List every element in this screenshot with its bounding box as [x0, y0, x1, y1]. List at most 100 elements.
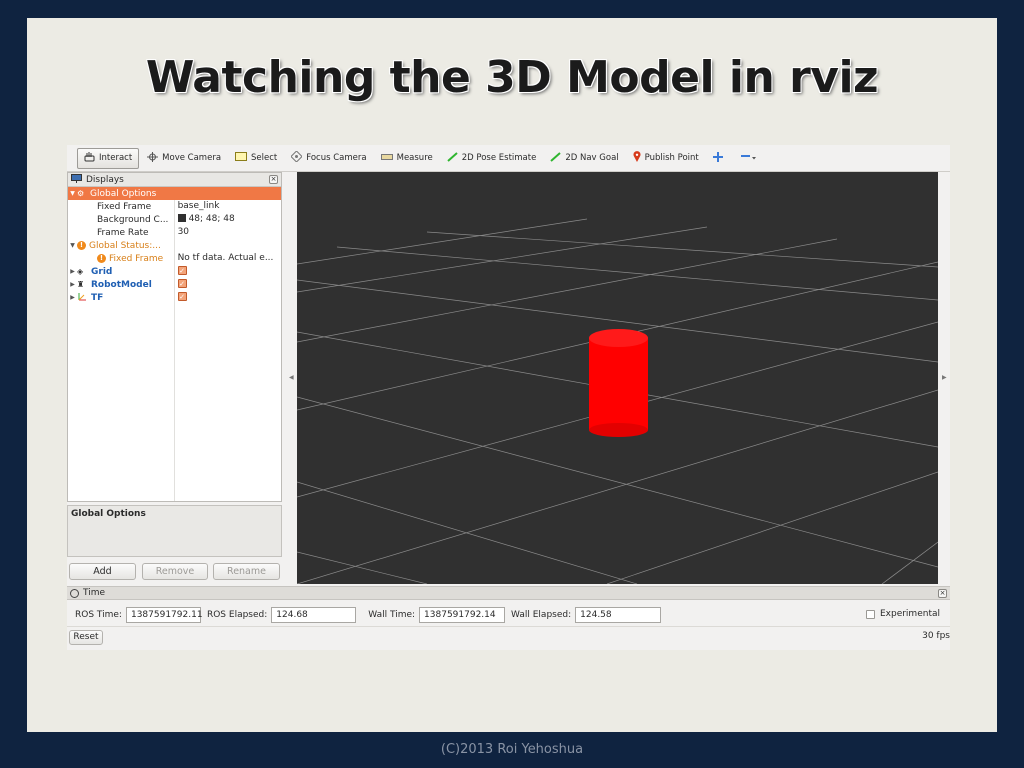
tree-row-value: No tf data. Actual e... — [173, 252, 281, 265]
remove-button[interactable]: Remove — [142, 563, 208, 580]
tree-row-name: Grid — [91, 266, 113, 277]
map-pin-icon — [633, 151, 641, 165]
tool-focus-camera-label: Focus Camera — [306, 153, 367, 163]
toolbar: Interact Move Camera Select Focus Camera — [67, 145, 950, 172]
tool-measure[interactable]: Measure — [375, 148, 439, 169]
tool-select-label: Select — [251, 153, 278, 163]
tool-interact[interactable]: Interact — [77, 147, 140, 169]
tree-row-grid[interactable]: ▶ ◈ Grid ✓ — [68, 265, 281, 278]
tree-row-name: Global Status:... — [89, 240, 161, 251]
minus-icon — [740, 152, 757, 165]
tree-row-robotmodel[interactable]: ▶ ♜ RobotModel ✓ — [68, 278, 281, 291]
tree-row-tf[interactable]: ▶ TF ✓ — [68, 291, 281, 304]
rename-button[interactable]: Rename — [213, 563, 280, 580]
experimental-checkbox[interactable] — [865, 609, 875, 619]
ros-time-label: ROS Time: — [75, 609, 122, 620]
close-icon[interactable]: × — [269, 175, 278, 184]
experimental-label: Experimental — [879, 609, 940, 619]
expand-arrow-icon[interactable]: ▶ — [68, 294, 77, 301]
tree-row-status-fixed-frame[interactable]: ! Fixed Frame No tf data. Actual e... — [68, 252, 281, 265]
tree-row-value-container[interactable]: 48; 48; 48 — [173, 213, 281, 226]
tree-row-name: Frame Rate — [97, 227, 149, 238]
displays-title: Displays — [86, 174, 124, 185]
tree-row-global-options[interactable]: ▼ ⚙ Global Options — [68, 187, 281, 200]
color-swatch — [177, 214, 186, 222]
ros-elapsed-field[interactable]: 124.68 — [271, 606, 357, 623]
tree-row-name: RobotModel — [91, 279, 152, 290]
time-panel-header: Time × — [67, 586, 950, 600]
axes-icon — [77, 292, 87, 304]
displays-panel: Displays × ▼ ⚙ Global Options Fixed Fram… — [67, 172, 282, 502]
wall-elapsed-field[interactable]: 124.58 — [575, 606, 662, 623]
ruler-icon — [380, 153, 393, 163]
ros-elapsed-label: ROS Elapsed: — [206, 609, 268, 620]
tool-2d-nav-goal-label: 2D Nav Goal — [565, 153, 619, 163]
expand-arrow-icon[interactable]: ▼ — [68, 190, 77, 197]
tool-publish-point[interactable]: Publish Point — [627, 148, 705, 169]
tree-row-name: Fixed Frame — [97, 201, 152, 212]
slide-footer: (C)2013 Roi Yehoshua — [440, 742, 584, 757]
3d-scene[interactable] — [297, 172, 938, 584]
robot-icon: ♜ — [77, 280, 85, 289]
move-camera-icon — [147, 151, 159, 165]
ros-time-field[interactable]: 1387591792.11 — [125, 606, 203, 623]
tool-move-camera[interactable]: Move Camera — [141, 148, 227, 169]
tool-2d-nav-goal[interactable]: 2D Nav Goal — [544, 148, 624, 169]
close-icon[interactable]: × — [938, 589, 947, 598]
tree-row-global-status[interactable]: ▼ ! Global Status:... — [68, 239, 281, 252]
add-tool-button[interactable] — [707, 148, 733, 169]
expand-arrow-icon[interactable]: ▼ — [68, 242, 77, 249]
tool-2d-pose-estimate[interactable]: 2D Pose Estimate — [441, 148, 543, 169]
warning-icon: ! — [97, 254, 106, 263]
expand-arrow-icon[interactable]: ▶ — [68, 281, 77, 288]
rviz-window: Interact Move Camera Select Focus Camera — [67, 145, 950, 650]
robotmodel-enabled-checkbox[interactable]: ✓ — [177, 279, 187, 288]
3d-render-view[interactable] — [297, 172, 938, 584]
red-cylinder — [589, 329, 648, 437]
tree-row-name: Fixed Frame — [109, 253, 164, 264]
add-button[interactable]: Add — [69, 563, 136, 580]
slide-title: Watching the 3D Model in rviz — [145, 52, 879, 103]
wall-elapsed-label: Wall Elapsed: — [511, 609, 572, 620]
tree-row-fixed-frame[interactable]: Fixed Frame base_link — [68, 200, 281, 213]
tool-measure-label: Measure — [396, 153, 433, 163]
time-panel-title: Time — [83, 588, 106, 598]
wall-time-field[interactable]: 1387591792.14 — [419, 606, 506, 623]
focus-camera-icon — [290, 150, 303, 165]
tree-row-frame-rate[interactable]: Frame Rate 30 — [68, 226, 281, 239]
select-icon — [235, 152, 248, 164]
plus-icon — [712, 151, 723, 165]
slide: Watching the 3D Model in rviz Interact M… — [27, 18, 997, 732]
tool-focus-camera[interactable]: Focus Camera — [285, 148, 372, 169]
hand-icon — [84, 151, 95, 165]
tool-select[interactable]: Select — [229, 148, 283, 169]
gear-icon: ⚙ — [77, 189, 85, 198]
displays-header: Displays × — [68, 173, 281, 187]
tree-row-value[interactable]: base_link — [173, 200, 281, 213]
reset-button[interactable]: Reset — [69, 630, 103, 645]
green-arrow-icon — [550, 151, 561, 165]
time-row: ROS Time: 1387591792.11 ROS Elapsed: 124… — [67, 603, 950, 627]
expand-arrow-icon[interactable]: ▶ — [68, 268, 77, 275]
property-description: Global Options — [67, 505, 282, 557]
experimental-toggle[interactable]: Experimental — [865, 609, 940, 619]
grid-icon: ◈ — [77, 267, 84, 276]
tree-row-value[interactable]: 30 — [173, 226, 281, 239]
tree-row-name: Global Options — [90, 188, 157, 199]
grid-enabled-checkbox[interactable]: ✓ — [177, 266, 187, 275]
green-arrow-icon — [447, 151, 458, 165]
tree-row-background-color[interactable]: Background C... 48; 48; 48 — [68, 213, 281, 226]
tree-row-name: TF — [91, 292, 104, 303]
collapse-right-arrow-icon[interactable]: ▶ — [942, 374, 947, 381]
remove-tool-button[interactable] — [735, 148, 767, 169]
tool-2d-pose-estimate-label: 2D Pose Estimate — [461, 153, 537, 163]
monitor-icon — [71, 173, 82, 186]
tree-row-name: Background C... — [97, 214, 169, 225]
tf-enabled-checkbox[interactable]: ✓ — [177, 292, 187, 301]
property-description-title: Global Options — [71, 509, 146, 519]
fps-readout: 30 fps — [922, 631, 950, 641]
warning-icon: ! — [77, 241, 86, 250]
tool-interact-label: Interact — [99, 153, 133, 163]
collapse-left-arrow-icon[interactable]: ◀ — [289, 374, 294, 381]
tree-row-value — [173, 239, 282, 252]
